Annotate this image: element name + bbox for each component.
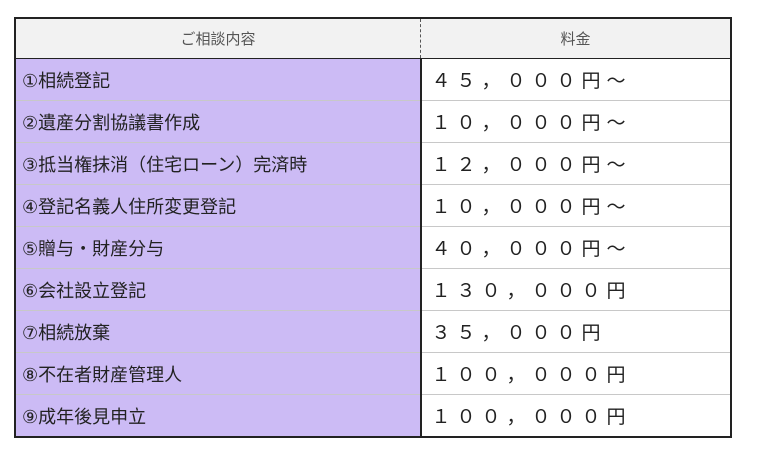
service-name: ⑦相続放棄 <box>15 310 422 353</box>
header-fee: 料金 <box>420 18 731 59</box>
table-row: ⑨成年後見申立 １００，０００円 <box>15 394 731 437</box>
fee-table-container: ご相談内容 料金 ①相続登記 ４５，０００円～ ②遺産分割協議書作成 １０，００… <box>14 17 732 438</box>
table-row: ③抵当権抹消（住宅ローン）完済時 １２，０００円～ <box>15 142 731 185</box>
service-fee: ４５，０００円～ <box>420 58 731 101</box>
service-name: ②遺産分割協議書作成 <box>15 100 422 143</box>
service-name: ⑨成年後見申立 <box>15 394 422 437</box>
service-name: ④登記名義人住所変更登記 <box>15 184 422 227</box>
table-row: ④登記名義人住所変更登記 １０，０００円～ <box>15 184 731 227</box>
service-fee: １００，０００円 <box>420 352 731 395</box>
service-name: ⑤贈与・財産分与 <box>15 226 422 269</box>
service-fee: １００，０００円 <box>420 394 731 437</box>
service-fee: １３０，０００円 <box>420 268 731 311</box>
service-name: ⑧不在者財産管理人 <box>15 352 422 395</box>
table-row: ⑤贈与・財産分与 ４０，０００円～ <box>15 226 731 269</box>
table-row: ①相続登記 ４５，０００円～ <box>15 58 731 101</box>
table-row: ②遺産分割協議書作成 １０，０００円～ <box>15 100 731 143</box>
table-header-row: ご相談内容 料金 <box>15 18 731 59</box>
service-fee: １２，０００円～ <box>420 142 731 185</box>
service-name: ③抵当権抹消（住宅ローン）完済時 <box>15 142 422 185</box>
service-fee: ３５，０００円 <box>420 310 731 353</box>
table-row: ⑦相続放棄 ３５，０００円 <box>15 310 731 353</box>
table-row: ⑥会社設立登記 １３０，０００円 <box>15 268 731 311</box>
header-service: ご相談内容 <box>15 18 421 59</box>
service-name: ①相続登記 <box>15 58 422 101</box>
service-name: ⑥会社設立登記 <box>15 268 422 311</box>
service-fee: １０，０００円～ <box>420 100 731 143</box>
service-fee: １０，０００円～ <box>420 184 731 227</box>
fee-table: ご相談内容 料金 ①相続登記 ４５，０００円～ ②遺産分割協議書作成 １０，００… <box>14 17 732 438</box>
service-fee: ４０，０００円～ <box>420 226 731 269</box>
table-row: ⑧不在者財産管理人 １００，０００円 <box>15 352 731 395</box>
